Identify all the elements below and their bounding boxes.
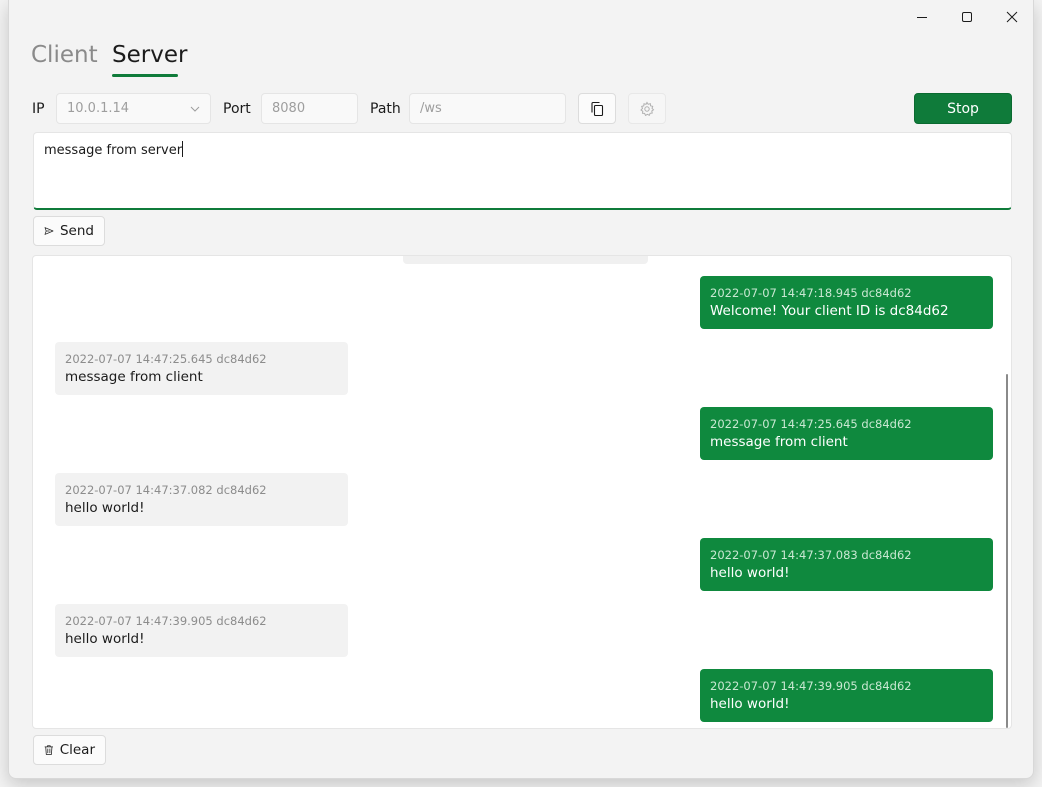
minimize-button[interactable] — [899, 2, 945, 32]
maximize-button[interactable] — [944, 2, 990, 32]
stop-button[interactable]: Stop — [914, 93, 1012, 124]
gear-icon — [640, 101, 655, 116]
message-text: hello world! — [710, 565, 790, 581]
copy-icon — [591, 101, 604, 116]
message-text: message from client — [65, 369, 203, 385]
path-value: /ws — [420, 101, 442, 116]
send-button[interactable]: Send — [33, 216, 105, 246]
partial-message-bubble — [403, 256, 648, 264]
clear-button[interactable]: Clear — [33, 735, 106, 765]
send-button-label: Send — [59, 223, 94, 239]
message-bubble-sent: 2022-07-07 14:47:18.945 dc84d62 Welcome!… — [700, 276, 993, 329]
message-bubble-received: 2022-07-07 14:47:25.645 dc84d62 message … — [55, 342, 348, 395]
message-timestamp: 2022-07-07 14:47:37.083 dc84d62 — [710, 548, 912, 562]
message-bubble-sent: 2022-07-07 14:47:25.645 dc84d62 message … — [700, 407, 993, 460]
message-text: Welcome! Your client ID is dc84d62 — [710, 303, 949, 319]
tab-server[interactable]: Server — [112, 42, 187, 68]
message-timestamp: 2022-07-07 14:47:18.945 dc84d62 — [710, 286, 912, 300]
text-caret — [182, 141, 184, 157]
message-text: hello world! — [65, 631, 145, 647]
path-input[interactable]: /ws — [409, 93, 566, 124]
message-timestamp: 2022-07-07 14:47:25.645 dc84d62 — [710, 417, 912, 431]
message-bubble-sent: 2022-07-07 14:47:37.083 dc84d62 hello wo… — [700, 538, 993, 591]
clear-button-label: Clear — [59, 742, 95, 758]
message-timestamp: 2022-07-07 14:47:25.645 dc84d62 — [65, 352, 267, 366]
close-icon — [1006, 11, 1018, 23]
trash-icon — [44, 745, 53, 755]
port-value: 8080 — [272, 101, 306, 116]
message-text: message from client — [710, 434, 848, 450]
minimize-icon — [917, 17, 927, 18]
message-bubble-sent: 2022-07-07 14:47:39.905 dc84d62 hello wo… — [700, 669, 993, 722]
active-tab-indicator — [112, 74, 178, 77]
ip-label: IP — [32, 101, 45, 117]
app-window: Client Server IP 10.0.1.14 Port 8080 Pat… — [8, 0, 1034, 779]
port-label: Port — [223, 101, 251, 117]
message-timestamp: 2022-07-07 14:47:37.082 dc84d62 — [65, 483, 267, 497]
message-text: hello world! — [65, 500, 145, 516]
message-timestamp: 2022-07-07 14:47:39.905 dc84d62 — [710, 679, 912, 693]
tab-client[interactable]: Client — [31, 42, 98, 68]
message-input[interactable]: message from server — [33, 132, 1012, 210]
ip-select[interactable]: 10.0.1.14 — [56, 93, 211, 124]
close-button[interactable] — [989, 2, 1035, 32]
message-bubble-received: 2022-07-07 14:47:37.082 dc84d62 hello wo… — [55, 473, 348, 526]
message-bubble-received: 2022-07-07 14:47:39.905 dc84d62 hello wo… — [55, 604, 348, 657]
ip-value: 10.0.1.14 — [67, 101, 130, 116]
port-input[interactable]: 8080 — [261, 93, 358, 124]
message-timestamp: 2022-07-07 14:47:39.905 dc84d62 — [65, 614, 267, 628]
log-scrollbar[interactable] — [1006, 374, 1008, 728]
maximize-icon — [962, 12, 972, 22]
message-input-text: message from server — [44, 143, 183, 158]
send-icon — [44, 227, 54, 235]
chevron-down-icon — [190, 106, 200, 112]
message-log[interactable]: 2022-07-07 14:47:18.945 dc84d62 Welcome!… — [32, 255, 1012, 729]
message-text: hello world! — [710, 696, 790, 712]
copy-button[interactable] — [578, 93, 616, 124]
settings-button[interactable] — [628, 93, 666, 124]
path-label: Path — [370, 101, 401, 117]
